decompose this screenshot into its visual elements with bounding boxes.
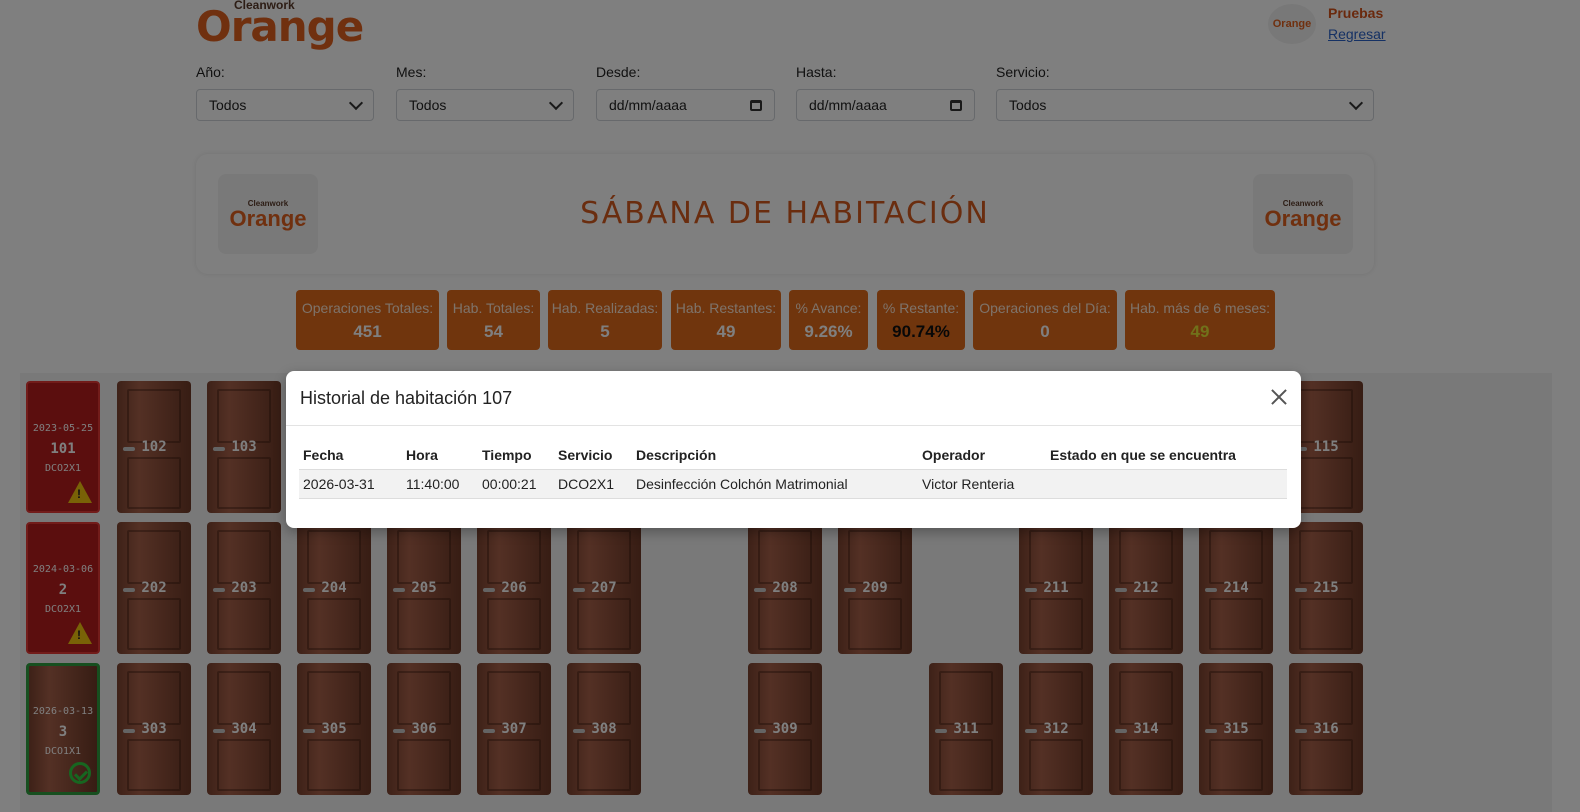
column-header: Hora xyxy=(402,441,478,470)
cell-duration: 00:00:21 xyxy=(478,469,554,499)
room-history-modal: Historial de habitación 107 Fecha Hora T… xyxy=(286,371,1301,528)
table-header-row: Fecha Hora Tiempo Servicio Descripción O… xyxy=(299,441,1287,470)
cell-time: 11:40:00 xyxy=(402,469,478,499)
column-header: Servicio xyxy=(554,441,632,470)
column-header: Fecha xyxy=(299,441,402,470)
column-header: Estado en que se encuentra xyxy=(1046,441,1287,470)
column-header: Descripción xyxy=(632,441,918,470)
cell-description: Desinfección Colchón Matrimonial xyxy=(632,469,918,499)
cell-date: 2026-03-31 xyxy=(299,469,402,499)
table-row: 2026-03-31 11:40:00 00:00:21 DCO2X1 Desi… xyxy=(299,469,1287,499)
close-icon[interactable] xyxy=(1269,387,1289,407)
modal-title: Historial de habitación 107 xyxy=(300,388,513,408)
modal-header: Historial de habitación 107 xyxy=(286,371,1301,426)
cell-service: DCO2X1 xyxy=(554,469,632,499)
cell-operator: Victor Renteria xyxy=(918,469,1046,499)
column-header: Operador xyxy=(918,441,1046,470)
page: Cleanwork Orange Orange Pruebas Regresar… xyxy=(0,0,1580,812)
column-header: Tiempo xyxy=(478,441,554,470)
cell-status xyxy=(1046,469,1287,499)
history-table: Fecha Hora Tiempo Servicio Descripción O… xyxy=(299,441,1287,499)
